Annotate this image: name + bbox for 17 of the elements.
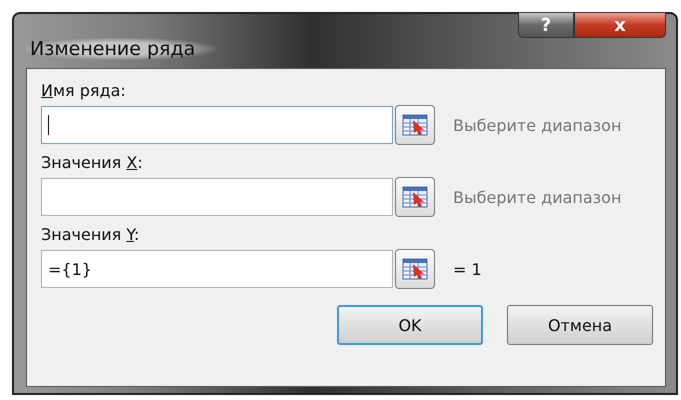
close-button[interactable]: x [574, 12, 666, 38]
field-label: Имя ряда: [41, 81, 127, 100]
input-field[interactable] [41, 106, 393, 144]
window-title: Изменение ряда [26, 38, 216, 60]
range-picker-button[interactable] [395, 105, 435, 145]
field-label: Значения X: [41, 153, 144, 172]
help-button[interactable]: ? [518, 12, 574, 38]
input-field[interactable] [41, 178, 393, 216]
range-hint: Выберите диапазон [453, 116, 622, 134]
range-hint: Выберите диапазон [453, 188, 622, 206]
ok-button[interactable]: OK [337, 305, 483, 345]
range-picker-button[interactable] [395, 177, 435, 217]
range-hint: = 1 [453, 260, 482, 278]
input-field[interactable]: ={1} [41, 250, 393, 288]
field-label: Значения Y: [41, 225, 140, 244]
range-picker-button[interactable] [395, 249, 435, 289]
cancel-button[interactable]: Отмена [507, 305, 653, 345]
